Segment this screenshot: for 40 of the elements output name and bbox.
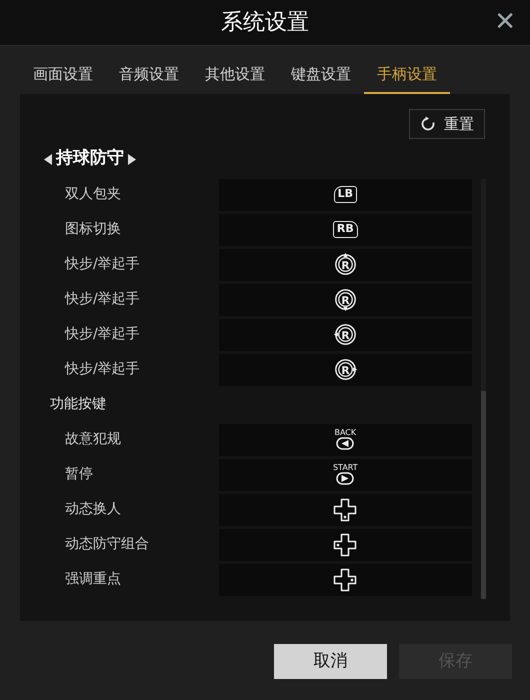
right-arrow-icon[interactable] — [128, 154, 136, 164]
key-binding-cell[interactable] — [218, 528, 472, 560]
left-arrow-icon[interactable] — [44, 154, 52, 164]
tab[interactable]: 音频设置 — [106, 56, 192, 94]
stick-icon: R — [332, 321, 359, 348]
action-label: 双人包夹 — [64, 185, 122, 204]
key-binding-cell[interactable]: START — [218, 458, 472, 490]
action-label: 图标切换 — [64, 220, 122, 239]
key-binding-cell[interactable]: LB — [218, 178, 472, 210]
key-binding-cell[interactable]: RB — [218, 214, 472, 246]
window-title: 系统设置 — [221, 9, 309, 37]
tab[interactable]: 键盘设置 — [278, 56, 364, 94]
action-label: 暂停 — [64, 465, 94, 484]
tab[interactable]: 画面设置 — [20, 56, 106, 94]
action-label: 动态防守组合 — [64, 535, 150, 554]
action-label: 强调重点 — [64, 570, 122, 589]
section-title: 功能按键 — [50, 395, 106, 414]
tab[interactable]: 其他设置 — [192, 56, 278, 94]
key-binding-cell[interactable]: BACK — [218, 424, 472, 456]
action-label: 快步/举起手 — [64, 290, 141, 309]
bumper-icon: RB — [332, 221, 358, 238]
key-binding-cell[interactable]: R — [218, 284, 472, 316]
section-title: 持球防守 — [56, 147, 124, 170]
action-label: 故意犯规 — [64, 430, 122, 449]
action-label: 快步/举起手 — [64, 325, 141, 344]
key-binding-cell[interactable] — [218, 564, 472, 596]
bumper-icon: LB — [334, 186, 358, 203]
key-binding-cell[interactable] — [218, 494, 472, 526]
reset-button[interactable]: 重置 — [409, 109, 485, 139]
refresh-icon — [420, 116, 436, 132]
dialog-button[interactable]: 取消 — [274, 644, 387, 679]
action-label: 快步/举起手 — [64, 255, 141, 274]
action-label: 动态换人 — [64, 500, 122, 519]
key-binding-cell[interactable]: R — [218, 318, 472, 350]
key-binding-cell[interactable]: R — [218, 354, 472, 386]
close-button[interactable]: ✕ — [494, 8, 516, 36]
scrollbar[interactable] — [481, 179, 486, 599]
key-binding-cell[interactable]: R — [218, 248, 472, 280]
reset-label: 重置 — [444, 114, 474, 135]
action-label: 快步/举起手 — [64, 360, 141, 379]
